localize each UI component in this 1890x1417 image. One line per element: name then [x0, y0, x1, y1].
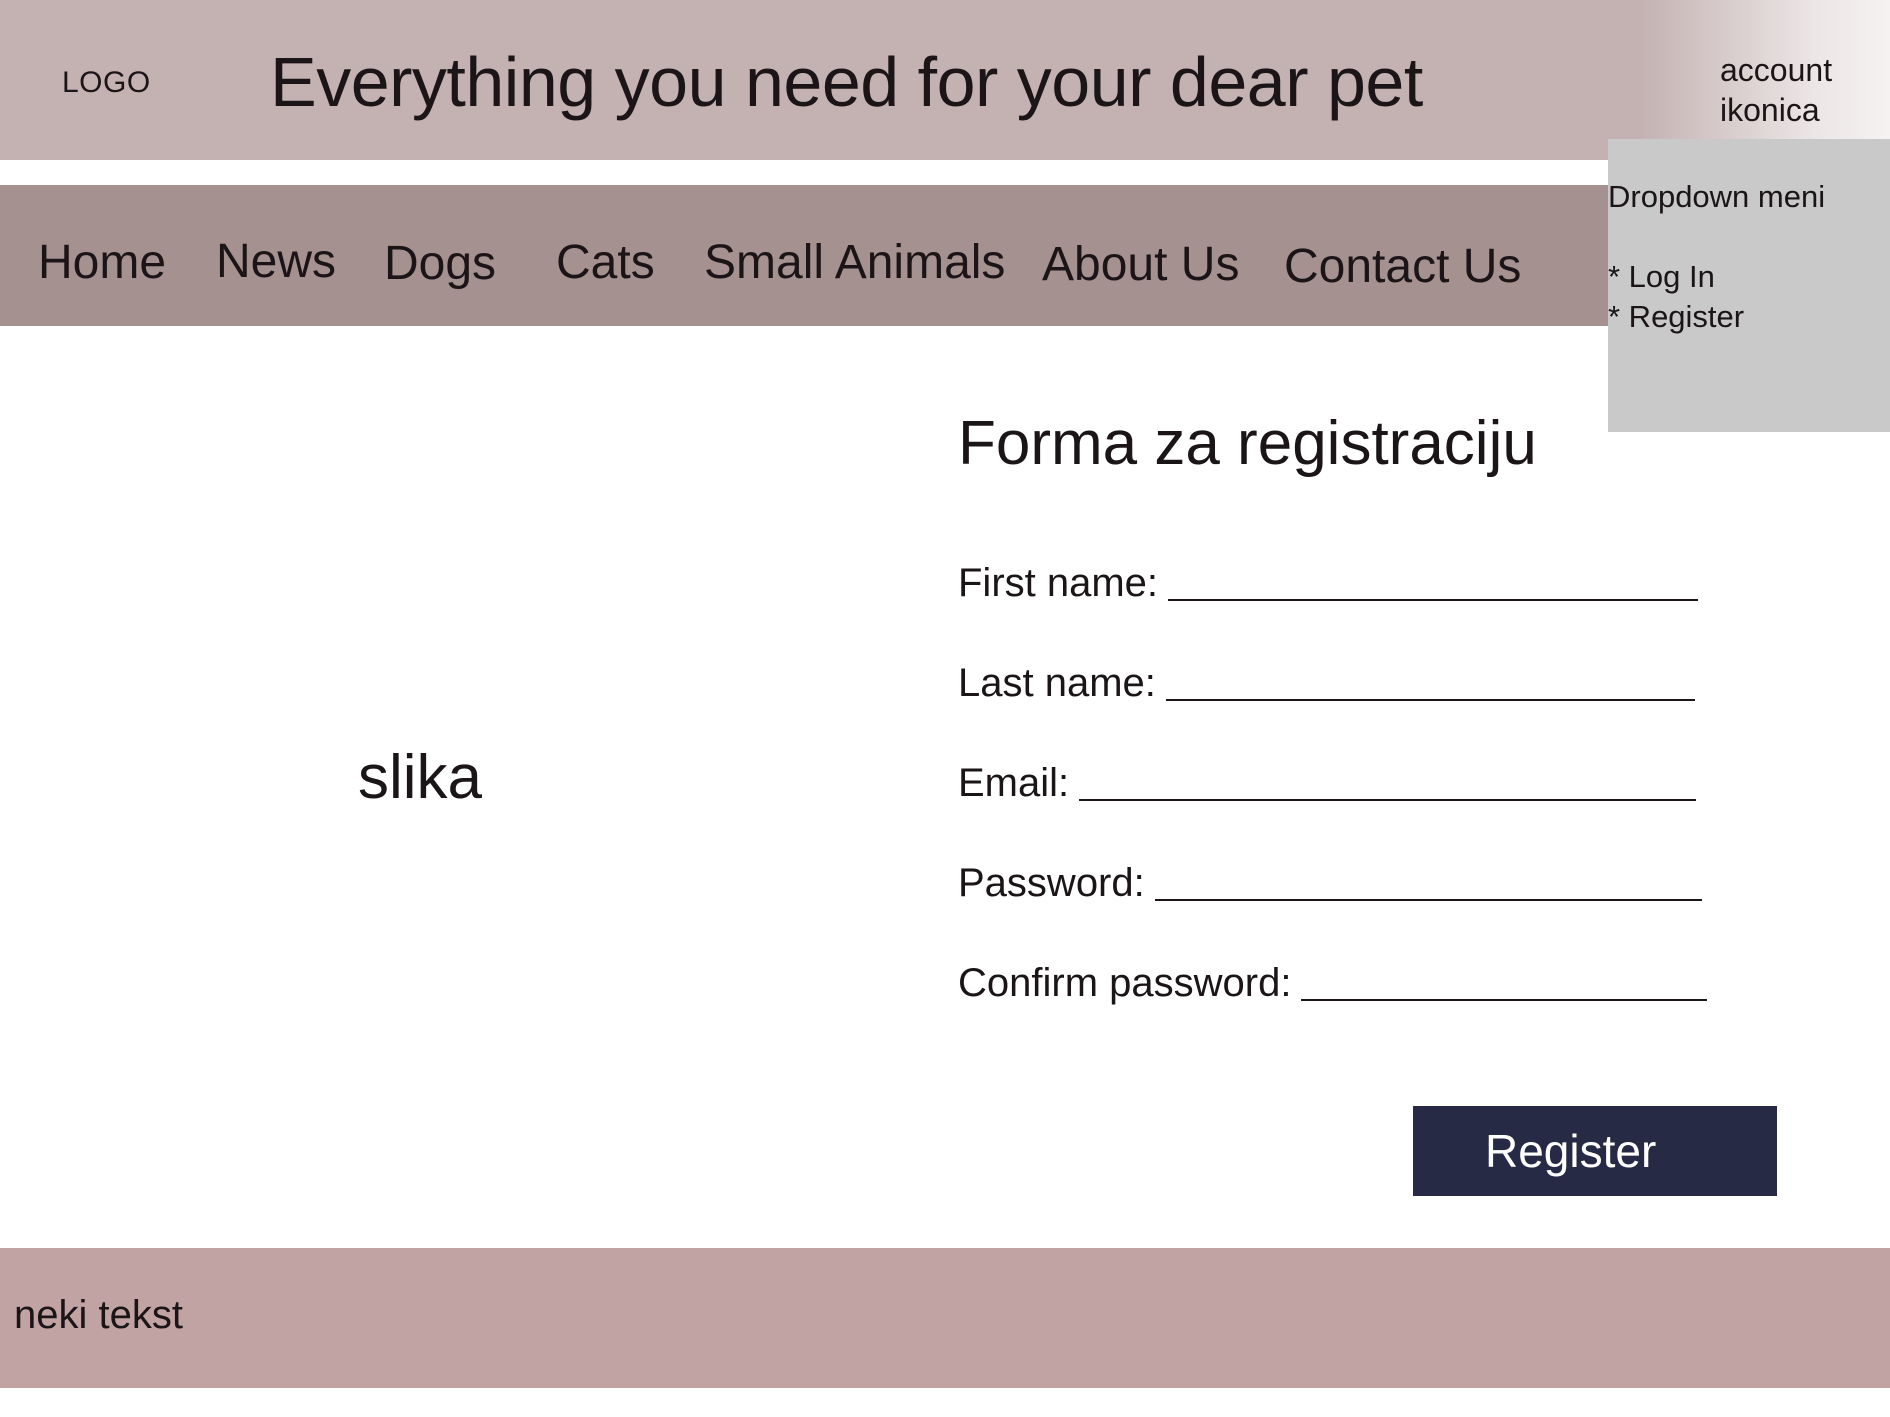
email-field: Email: [958, 755, 1696, 805]
confirm-password-input[interactable] [1301, 963, 1707, 1001]
nav-item-small-animals[interactable]: Small Animals [704, 233, 1005, 293]
password-field: Password: [958, 855, 1702, 905]
nav-item-contact-us[interactable]: Contact Us [1284, 237, 1521, 297]
first-name-field: First name: [958, 555, 1698, 605]
footer-text: neki tekst [14, 1293, 183, 1337]
nav-item-news[interactable]: News [216, 232, 336, 292]
first-name-label: First name: [958, 561, 1159, 605]
email-input[interactable] [1079, 763, 1696, 801]
account-icon-label-line2: ikonica [1720, 92, 1820, 128]
nav-item-home[interactable]: Home [38, 233, 166, 293]
image-placeholder: slika [358, 743, 483, 812]
logo[interactable]: LOGO [62, 66, 151, 100]
nav-item-cats[interactable]: Cats [556, 233, 655, 293]
password-input[interactable] [1154, 863, 1702, 901]
nav-item-dogs[interactable]: Dogs [384, 234, 496, 294]
confirm-password-label: Confirm password: [958, 961, 1292, 1005]
nav-item-about-us[interactable]: About Us [1042, 235, 1239, 295]
dropdown-title: Dropdown meni [1608, 179, 1826, 214]
form-title: Forma za registraciju [958, 409, 1537, 478]
email-label: Email: [958, 761, 1070, 805]
register-button[interactable]: Register [1413, 1106, 1777, 1196]
main-nav: Home News Dogs Cats Small Animals About … [0, 185, 1610, 326]
footer: neki tekst [0, 1248, 1890, 1388]
last-name-field: Last name: [958, 655, 1695, 705]
password-label: Password: [958, 861, 1145, 905]
account-icon-label-line1: account [1720, 52, 1833, 88]
last-name-label: Last name: [958, 661, 1156, 705]
first-name-input[interactable] [1168, 563, 1698, 601]
account-icon[interactable]: account ikonica [1720, 50, 1832, 130]
page-title: Everything you need for your dear pet [270, 43, 1423, 121]
dropdown-item-register[interactable]: * Register [1608, 299, 1744, 335]
header: LOGO Everything you need for your dear p… [0, 0, 1890, 160]
confirm-password-field: Confirm password: [958, 955, 1707, 1005]
dropdown-item-log-in[interactable]: * Log In [1608, 259, 1715, 295]
account-dropdown-menu: Dropdown meni * Log In * Register [1608, 139, 1890, 432]
last-name-input[interactable] [1165, 663, 1695, 701]
